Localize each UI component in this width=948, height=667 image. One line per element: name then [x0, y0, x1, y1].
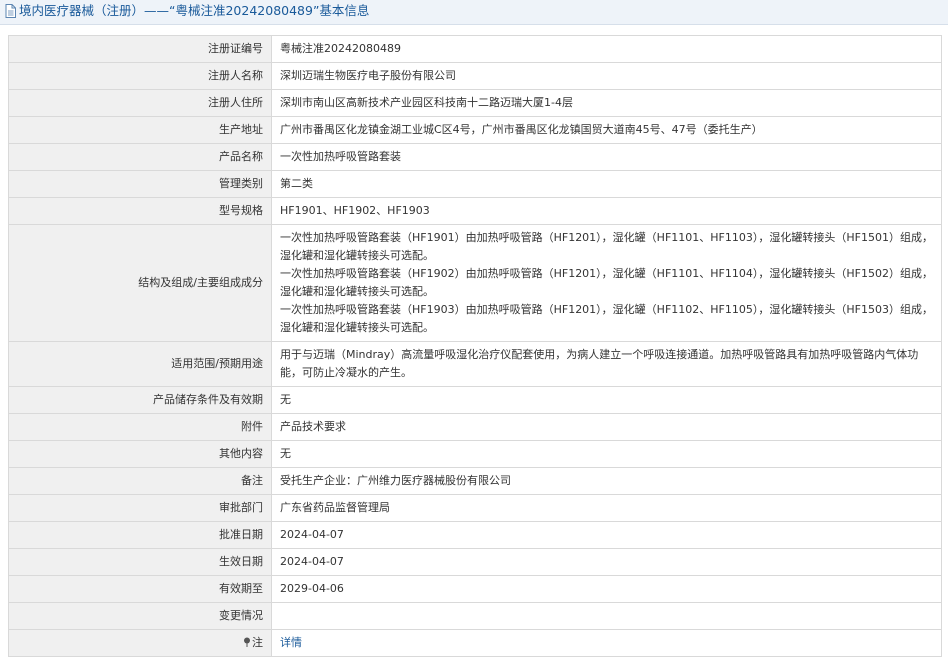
- field-value: 深圳迈瑞生物医疗电子股份有限公司: [271, 62, 942, 90]
- table-row: 注册人名称 深圳迈瑞生物医疗电子股份有限公司: [8, 62, 942, 90]
- table-row: 生效日期 2024-04-07: [8, 548, 942, 576]
- field-value: 受托生产企业：广州维力医疗器械股份有限公司: [271, 467, 942, 495]
- detail-table: 注册证编号 粤械注准20242080489 注册人名称 深圳迈瑞生物医疗电子股份…: [8, 35, 942, 657]
- note-value-cell: 详情: [271, 629, 942, 657]
- field-label: 附件: [8, 413, 272, 441]
- table-row: 生产地址 广州市番禺区化龙镇金湖工业城C区4号，广州市番禺区化龙镇国贸大道南45…: [8, 116, 942, 144]
- field-label: 备注: [8, 467, 272, 495]
- field-value: [271, 602, 942, 630]
- table-row: 产品储存条件及有效期 无: [8, 386, 942, 414]
- field-value: 用于与迈瑞（Mindray）高流量呼吸湿化治疗仪配套使用，为病人建立一个呼吸连接…: [271, 341, 942, 387]
- field-label: 产品储存条件及有效期: [8, 386, 272, 414]
- field-value: 一次性加热呼吸管路套装（HF1901）由加热呼吸管路（HF1201），湿化罐（H…: [271, 224, 942, 342]
- field-label: 管理类别: [8, 170, 272, 198]
- page-header: 境内医疗器械（注册）——“粤械注准20242080489”基本信息: [0, 0, 948, 25]
- table-row: 批准日期 2024-04-07: [8, 521, 942, 549]
- note-label: 注: [252, 636, 263, 649]
- table-row: 有效期至 2029-04-06: [8, 575, 942, 603]
- field-label: 审批部门: [8, 494, 272, 522]
- field-label: 其他内容: [8, 440, 272, 468]
- field-label: 生产地址: [8, 116, 272, 144]
- field-value: 2024-04-07: [271, 548, 942, 576]
- table-row: 注册证编号 粤械注准20242080489: [8, 35, 942, 63]
- table-row: 结构及组成/主要组成成分 一次性加热呼吸管路套装（HF1901）由加热呼吸管路（…: [8, 224, 942, 342]
- table-row: 其他内容 无: [8, 440, 942, 468]
- details-link[interactable]: 详情: [280, 636, 302, 649]
- table-row: 审批部门 广东省药品监督管理局: [8, 494, 942, 522]
- field-value: 粤械注准20242080489: [271, 35, 942, 63]
- field-label: 型号规格: [8, 197, 272, 225]
- field-value: 无: [271, 386, 942, 414]
- table-row: 变更情况: [8, 602, 942, 630]
- document-icon: [5, 4, 16, 18]
- table-row: 型号规格 HF1901、HF1902、HF1903: [8, 197, 942, 225]
- field-label: 生效日期: [8, 548, 272, 576]
- field-value: 广州市番禺区化龙镇金湖工业城C区4号，广州市番禺区化龙镇国贸大道南45号、47号…: [271, 116, 942, 144]
- field-value: 无: [271, 440, 942, 468]
- field-value: 产品技术要求: [271, 413, 942, 441]
- note-label-cell: 注: [8, 629, 272, 657]
- field-value: HF1901、HF1902、HF1903: [271, 197, 942, 225]
- table-row: 适用范围/预期用途 用于与迈瑞（Mindray）高流量呼吸湿化治疗仪配套使用，为…: [8, 341, 942, 387]
- field-value: 2024-04-07: [271, 521, 942, 549]
- field-label: 注册证编号: [8, 35, 272, 63]
- field-value: 广东省药品监督管理局: [271, 494, 942, 522]
- table-row: 备注 受托生产企业：广州维力医疗器械股份有限公司: [8, 467, 942, 495]
- table-row: 附件 产品技术要求: [8, 413, 942, 441]
- field-label: 结构及组成/主要组成成分: [8, 224, 272, 342]
- page-title: 境内医疗器械（注册）——“粤械注准20242080489”基本信息: [19, 3, 370, 18]
- note-row: 注 详情: [8, 629, 942, 657]
- field-label: 注册人名称: [8, 62, 272, 90]
- table-row: 产品名称 一次性加热呼吸管路套装: [8, 143, 942, 171]
- field-label: 产品名称: [8, 143, 272, 171]
- field-value: 2029-04-06: [271, 575, 942, 603]
- field-label: 批准日期: [8, 521, 272, 549]
- field-value: 一次性加热呼吸管路套装: [271, 143, 942, 171]
- field-label: 有效期至: [8, 575, 272, 603]
- field-label: 变更情况: [8, 602, 272, 630]
- table-row: 管理类别 第二类: [8, 170, 942, 198]
- field-label: 适用范围/预期用途: [8, 341, 272, 387]
- table-row: 注册人住所 深圳市南山区高新技术产业园区科技南十二路迈瑞大厦1-4层: [8, 89, 942, 117]
- field-value: 第二类: [271, 170, 942, 198]
- field-value: 深圳市南山区高新技术产业园区科技南十二路迈瑞大厦1-4层: [271, 89, 942, 117]
- page-title-wrap: 境内医疗器械（注册）——“粤械注准20242080489”基本信息: [5, 3, 369, 19]
- field-label: 注册人住所: [8, 89, 272, 117]
- pin-icon: [244, 637, 250, 647]
